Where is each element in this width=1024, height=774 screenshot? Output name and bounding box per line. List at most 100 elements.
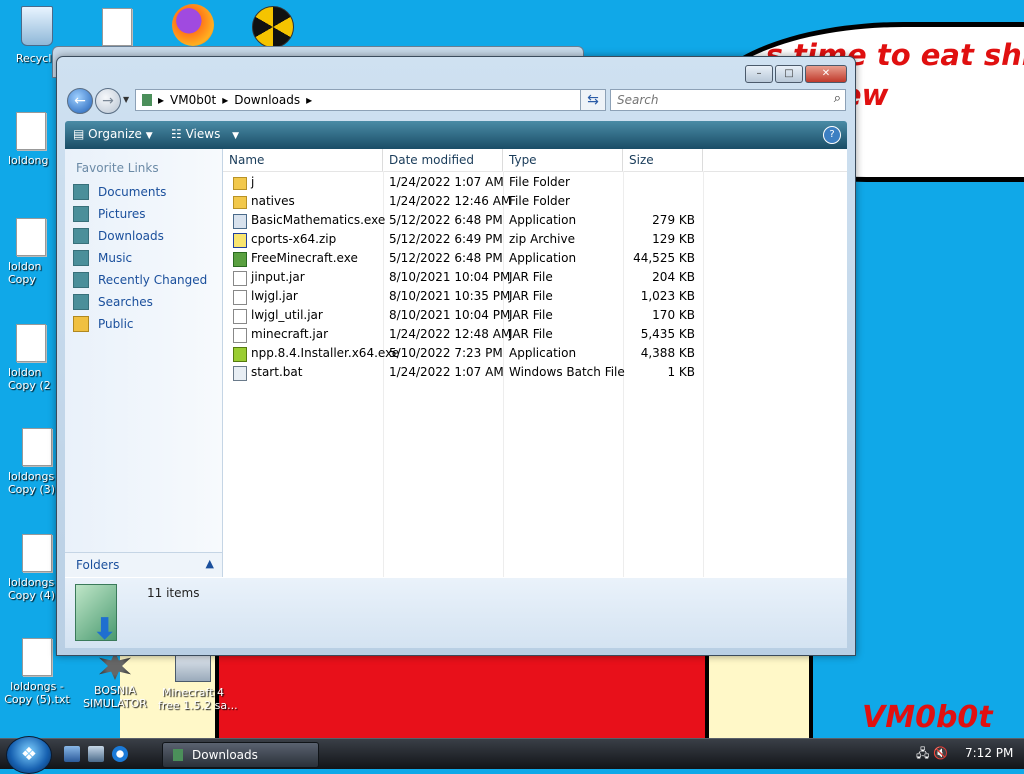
- back-button[interactable]: ←: [67, 88, 93, 114]
- folder-icon: [173, 749, 183, 761]
- chevron-down-icon: ▼: [145, 131, 153, 141]
- folders-toggle[interactable]: Folders ▲: [65, 552, 222, 577]
- favorite-link-label: Public: [98, 317, 134, 331]
- internet-explorer-icon[interactable]: [112, 746, 128, 762]
- file-row[interactable]: lwjgl.jar 8/10/2021 10:35 PM JAR File 1,023…: [223, 287, 703, 306]
- folder-file-icon: [233, 196, 247, 209]
- network-icon[interactable]: 🖧: [916, 746, 929, 760]
- favorite-link-music[interactable]: Music: [73, 248, 132, 268]
- desktop-icon-document[interactable]: [82, 8, 152, 50]
- file-name: BasicMathematics.exe: [251, 213, 386, 227]
- address-bar[interactable]: ▸ VM0b0t ▸ Downloads ▸ ▼: [135, 89, 595, 111]
- minecraft-shortcut-icon: [175, 652, 211, 682]
- desktop-icon-shortcut[interactable]: Minecraft 4 free 1.5.2 sa...: [158, 652, 238, 712]
- file-row[interactable]: npp.8.4.Installer.x64.exe 5/10/2022 7:23 …: [223, 344, 703, 363]
- file-row[interactable]: FreeMinecraft.exe 5/12/2022 6:48 PM Applic…: [223, 249, 703, 268]
- column-divider: [703, 171, 704, 577]
- downloads-icon: [73, 228, 89, 244]
- favorite-link-public[interactable]: Public: [73, 314, 134, 334]
- favorite-link-recently-changed[interactable]: Recently Changed: [73, 270, 207, 290]
- breadcrumb-downloads[interactable]: Downloads: [234, 93, 300, 107]
- forward-button[interactable]: →: [95, 88, 121, 114]
- close-button[interactable]: ✕: [805, 65, 847, 83]
- file-row[interactable]: BasicMathematics.exe 5/12/2022 6:48 PM App…: [223, 211, 703, 230]
- forward-arrow-icon: →: [102, 93, 114, 109]
- file-size: 1,023 KB: [640, 289, 695, 303]
- file-row[interactable]: jinput.jar 8/10/2021 10:04 PM JAR File 204 …: [223, 268, 703, 287]
- desktop-icon-shortcut[interactable]: BOSNIA SIMULATOR: [80, 652, 150, 710]
- show-desktop-icon[interactable]: [64, 746, 80, 762]
- file-row[interactable]: start.bat 1/24/2022 1:07 AM Windows Batch …: [223, 363, 703, 382]
- help-button[interactable]: ?: [823, 126, 841, 144]
- favorite-link-downloads[interactable]: Downloads: [73, 226, 164, 246]
- file-row[interactable]: j 1/24/2022 1:07 AM File Folder: [223, 173, 703, 192]
- column-header-size[interactable]: Size: [623, 149, 703, 171]
- file-size: 204 KB: [652, 270, 695, 284]
- file-size: 4,388 KB: [640, 346, 695, 360]
- search-box[interactable]: ⌕: [610, 89, 846, 111]
- wallpaper-shape: [215, 650, 743, 740]
- file-row[interactable]: lwjgl_util.jar 8/10/2021 10:04 PM JAR File…: [223, 306, 703, 325]
- search-input[interactable]: [615, 90, 819, 110]
- clock[interactable]: 7:12 PM: [965, 746, 1013, 760]
- organize-label: Organize: [88, 127, 142, 141]
- favorite-link-label: Downloads: [98, 229, 164, 243]
- column-header-type[interactable]: Type: [503, 149, 623, 171]
- favorite-link-pictures[interactable]: Pictures: [73, 204, 146, 224]
- favorite-link-label: Documents: [98, 185, 167, 199]
- explorer-window: – □ ✕ ← → ▼ ▸ VM0b0t ▸ Downloads ▸ ▼ ⇆ ⌕…: [56, 56, 856, 656]
- breadcrumb-separator-icon[interactable]: ▸: [306, 93, 312, 107]
- refresh-button[interactable]: ⇆: [580, 89, 606, 111]
- file-row[interactable]: cports-x64.zip 5/12/2022 6:49 PM zip Archi…: [223, 230, 703, 249]
- file-size: 44,525 KB: [633, 251, 695, 265]
- details-pane: ⬇ 11 items: [65, 577, 847, 648]
- maximize-button[interactable]: □: [775, 65, 803, 83]
- file-file-icon: [233, 271, 247, 286]
- file-date-modified: 5/12/2022 6:48 PM: [389, 251, 503, 265]
- desktop-icon-firefox[interactable]: [172, 4, 218, 48]
- favorite-link-documents[interactable]: Documents: [73, 182, 166, 202]
- file-file-icon: [233, 290, 247, 305]
- favorite-link-label: Recently Changed: [98, 273, 208, 287]
- back-arrow-icon: ←: [74, 93, 86, 109]
- public-folder-icon: [73, 316, 89, 332]
- minimize-button[interactable]: –: [745, 65, 773, 83]
- organize-button[interactable]: ▤ Organize ▼: [73, 127, 153, 141]
- history-dropdown-icon[interactable]: ▼: [123, 95, 129, 104]
- file-type: Application: [509, 346, 577, 360]
- file-row[interactable]: minecraft.jar 1/24/2022 12:48 AM JAR File 5…: [223, 325, 703, 344]
- navigation-pane: Favorite Links Documents Pictures Downlo…: [65, 149, 223, 577]
- views-icon: ☷: [171, 127, 182, 141]
- wallpaper-shape: [705, 650, 813, 740]
- switch-windows-icon[interactable]: [88, 746, 104, 762]
- taskbar-button-downloads[interactable]: Downloads: [162, 742, 319, 768]
- search-icon[interactable]: ⌕: [834, 91, 841, 106]
- column-header-date-modified[interactable]: Date modified: [383, 149, 503, 171]
- views-button[interactable]: ☷ Views ▼: [171, 127, 239, 141]
- volume-muted-icon[interactable]: 🔇: [933, 746, 948, 760]
- explorer-content: Favorite Links Documents Pictures Downlo…: [65, 149, 847, 577]
- favorite-link-searches[interactable]: Searches: [73, 292, 153, 312]
- desktop-icon-nuclear[interactable]: [252, 6, 296, 48]
- spiky-shortcut-icon: [99, 652, 131, 680]
- breadcrumb-separator-icon[interactable]: ▸: [222, 93, 228, 107]
- favorite-link-label: Music: [98, 251, 133, 265]
- start-button[interactable]: ❖: [6, 736, 52, 774]
- column-header-name[interactable]: Name: [223, 149, 383, 171]
- navigation-bar: ← → ▼ ▸ VM0b0t ▸ Downloads ▸ ▼ ⇆ ⌕: [65, 87, 849, 115]
- views-label: Views: [185, 127, 221, 141]
- taskbar-button-label: Downloads: [192, 748, 258, 762]
- file-type: JAR File: [509, 270, 553, 284]
- file-type: File Folder: [509, 175, 570, 189]
- taskbar: ❖ Downloads 🖧 🔇 7:12 PM: [0, 736, 1024, 774]
- pictures-icon: [73, 206, 89, 222]
- chevron-up-icon: ▲: [205, 557, 214, 570]
- file-name: cports-x64.zip: [251, 232, 337, 246]
- file-row[interactable]: natives 1/24/2022 12:46 AM File Folder: [223, 192, 703, 211]
- breadcrumb-user[interactable]: VM0b0t: [170, 93, 216, 107]
- document-icon: [16, 324, 46, 362]
- document-icon: [22, 428, 52, 466]
- file-file-icon: [233, 309, 247, 324]
- command-toolbar: ▤ Organize ▼ ☷ Views ▼ ?: [65, 121, 847, 149]
- desktop-icon-label: BOSNIA SIMULATOR: [83, 684, 147, 710]
